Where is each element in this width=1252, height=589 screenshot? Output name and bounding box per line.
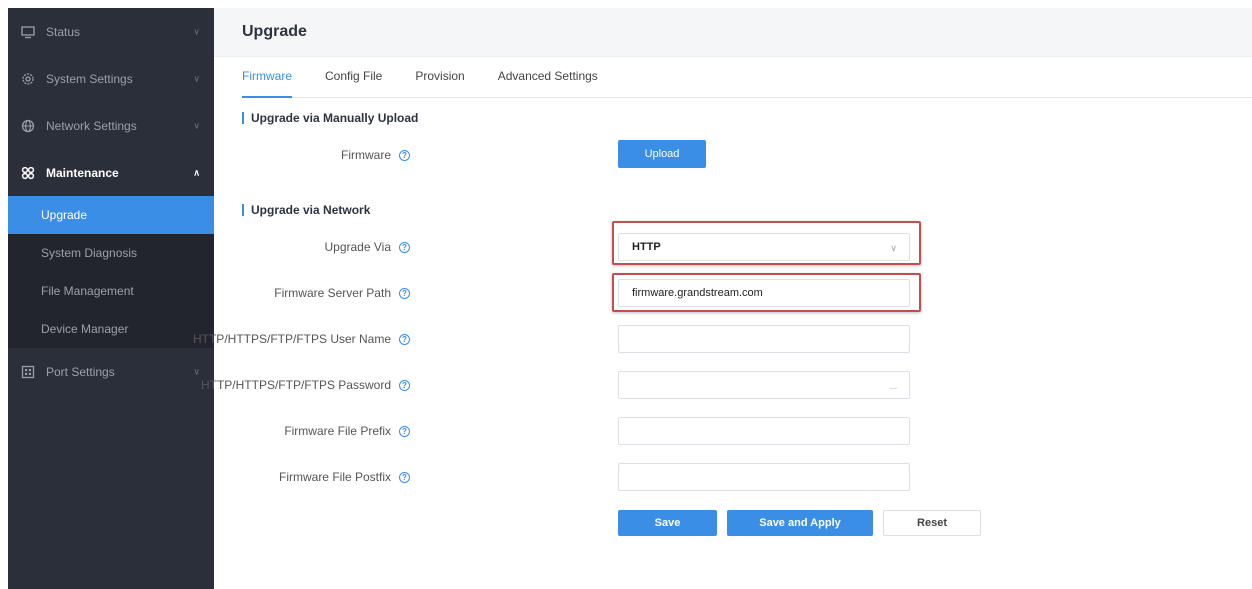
reset-button[interactable]: Reset — [883, 510, 981, 536]
prefix-label-text: Firmware File Prefix — [284, 424, 391, 438]
sidebar-item-label: Port Settings — [46, 364, 115, 379]
page-title: Upgrade — [242, 23, 307, 40]
password-label-text: HTTP/HTTPS/FTP/FTPS Password — [200, 378, 391, 392]
sidebar-item-label: Maintenance — [46, 165, 119, 180]
prefix-label: Firmware File Prefix ? — [284, 424, 410, 438]
tab-provision[interactable]: Provision — [415, 66, 464, 98]
help-icon[interactable]: ? — [399, 379, 410, 391]
chevron-down-icon: ∨ — [890, 243, 897, 253]
save-and-apply-button[interactable]: Save and Apply — [727, 510, 873, 536]
help-icon[interactable]: ? — [399, 149, 410, 161]
postfix-input[interactable] — [618, 463, 910, 491]
server-path-label-text: Firmware Server Path — [274, 286, 391, 300]
page-header: Upgrade — [214, 8, 1252, 57]
sidebar-subitem-upgrade[interactable]: Upgrade — [8, 196, 214, 234]
sidebar-subitem-device-manager[interactable]: Device Manager — [8, 310, 214, 348]
tab-config-file[interactable]: Config File — [325, 66, 382, 98]
sidebar-item-label: Network Settings — [46, 118, 137, 133]
sidebar-item-system-settings[interactable]: System Settings ∨ — [8, 55, 214, 102]
globe-icon — [20, 118, 36, 134]
chevron-down-icon: ∨ — [193, 26, 200, 36]
save-button[interactable]: Save — [618, 510, 717, 536]
server-path-label: Firmware Server Path ? — [274, 286, 410, 300]
postfix-label-text: Firmware File Postfix — [278, 470, 391, 484]
section-title-network: Upgrade via Network — [242, 203, 370, 217]
password-label: HTTP/HTTPS/FTP/FTPS Password ? — [201, 378, 410, 392]
eye-closed-icon[interactable]: ‿ — [890, 379, 897, 390]
upload-button[interactable]: Upload — [618, 140, 706, 168]
prefix-input[interactable] — [618, 417, 910, 445]
sidebar-item-network-settings[interactable]: Network Settings ∨ — [8, 102, 214, 149]
username-label: HTTP/HTTPS/FTP/FTPS User Name ? — [193, 332, 410, 346]
firmware-label: Firmware ? — [341, 148, 410, 162]
upgrade-via-select[interactable]: HTTP ∨ — [618, 233, 910, 261]
sidebar-item-port-settings[interactable]: Port Settings ∨ — [8, 348, 214, 395]
tab-advanced-settings[interactable]: Advanced Settings — [498, 66, 598, 98]
help-icon[interactable]: ? — [399, 241, 410, 253]
sidebar-item-status[interactable]: Status ∨ — [8, 8, 214, 55]
upgrade-via-label: Upgrade Via ? — [324, 240, 410, 254]
chevron-down-icon: ∨ — [193, 366, 200, 376]
sidebar-subitem-file-management[interactable]: File Management — [8, 272, 214, 310]
maintenance-submenu: Upgrade System Diagnosis File Management… — [8, 196, 214, 348]
upgrade-via-label-text: Upgrade Via — [324, 240, 392, 254]
server-path-value: firmware.grandstream.com — [632, 287, 763, 299]
chevron-down-icon: ∨ — [193, 120, 200, 130]
sidebar-item-label: Status — [46, 24, 81, 39]
firmware-label-text: Firmware — [341, 148, 391, 162]
tab-bar: Firmware Config File Provision Advanced … — [242, 66, 1252, 98]
chevron-down-icon: ∨ — [193, 73, 200, 83]
upgrade-via-value: HTTP — [632, 241, 661, 253]
tab-firmware[interactable]: Firmware — [242, 66, 292, 98]
port-icon — [20, 364, 36, 380]
server-path-input[interactable]: firmware.grandstream.com — [618, 279, 910, 307]
help-icon[interactable]: ? — [399, 471, 410, 483]
sidebar-item-label: System Settings — [46, 71, 133, 86]
password-input[interactable]: ‿ — [618, 371, 910, 399]
username-label-text: HTTP/HTTPS/FTP/FTPS User Name — [192, 332, 391, 346]
grid-icon — [20, 165, 36, 181]
sidebar-item-maintenance[interactable]: Maintenance ∧ — [8, 149, 214, 196]
help-icon[interactable]: ? — [399, 333, 410, 345]
monitor-icon — [20, 24, 36, 40]
upload-button-label: Upload — [644, 148, 680, 160]
section-title-manual-upload: Upgrade via Manually Upload — [242, 111, 418, 125]
chevron-up-icon: ∧ — [193, 167, 200, 177]
main-content: Upgrade Firmware Config File Provision A… — [193, 8, 1252, 589]
gear-icon — [20, 71, 36, 87]
sidebar-subitem-system-diagnosis[interactable]: System Diagnosis — [8, 234, 214, 272]
sidebar: Status ∨ System Settings ∨ Network Setti… — [8, 8, 214, 589]
help-icon[interactable]: ? — [399, 287, 410, 299]
help-icon[interactable]: ? — [399, 425, 410, 437]
postfix-label: Firmware File Postfix ? — [279, 470, 410, 484]
username-input[interactable] — [618, 325, 910, 353]
